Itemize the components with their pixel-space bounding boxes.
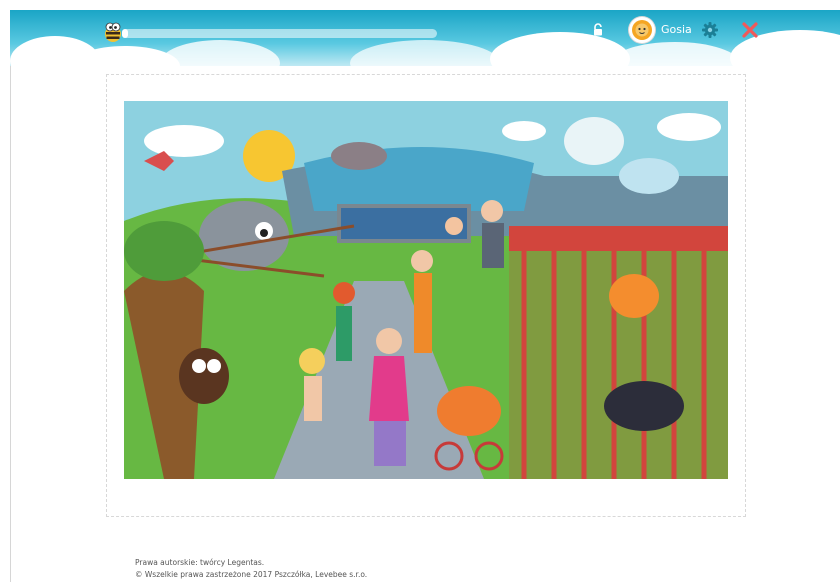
progress-fill: [122, 29, 129, 38]
copyright-line-2: © Wszelkie prawa zastrzeżone 2017 Pszczó…: [135, 570, 368, 579]
user-name[interactable]: Gosia: [661, 23, 692, 36]
left-divider: [10, 10, 11, 582]
gear-icon[interactable]: [701, 21, 719, 39]
copyright-footer: Prawa autorskie: twórcy Legentas. © Wsze…: [135, 557, 367, 581]
header-cloud: [160, 40, 280, 66]
copyright-line-1: Prawa autorskie: twórcy Legentas.: [135, 558, 265, 567]
progress-bar: [122, 29, 437, 38]
lock-icon[interactable]: [591, 23, 605, 37]
close-icon[interactable]: [741, 21, 759, 39]
avatar-icon[interactable]: [629, 17, 655, 43]
bee-logo-icon[interactable]: [103, 21, 123, 43]
zoo-illustration[interactable]: [124, 101, 728, 479]
header-cloud: [350, 40, 500, 66]
header-cloud: [610, 42, 740, 66]
header-cloud: [490, 32, 630, 66]
